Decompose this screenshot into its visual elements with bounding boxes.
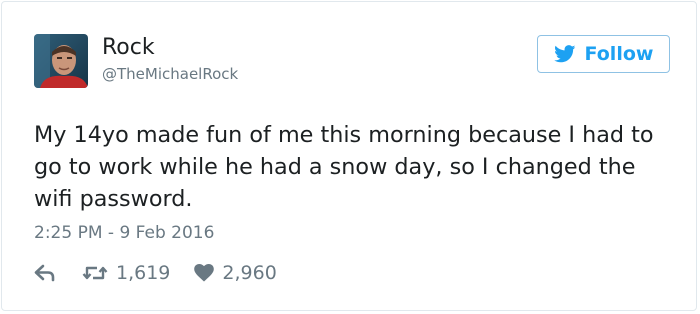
tweet-timestamp[interactable]: 2:25 PM - 9 Feb 2016 — [34, 222, 214, 244]
reply-icon — [34, 264, 56, 282]
heart-icon — [194, 264, 215, 282]
tweet-actions: 1,619 2,960 — [34, 260, 277, 286]
author-handle[interactable]: @TheMichaelRock — [102, 65, 238, 83]
retweet-count: 1,619 — [116, 262, 171, 284]
tweet-text: My 14yo made fun of me this morning beca… — [34, 122, 654, 212]
author-name[interactable]: Rock — [102, 35, 155, 61]
follow-label: Follow — [584, 43, 654, 65]
avatar[interactable] — [34, 34, 88, 88]
twitter-bird-icon — [553, 45, 576, 63]
like-button[interactable]: 2,960 — [194, 262, 277, 284]
retweet-icon — [82, 264, 108, 282]
follow-button[interactable]: Follow — [537, 35, 670, 73]
retweet-button[interactable]: 1,619 — [82, 262, 170, 284]
tweet-card: Rock @TheMichaelRock Follow My 14yo made… — [1, 1, 697, 311]
reply-button[interactable] — [34, 264, 56, 282]
like-count: 2,960 — [222, 262, 277, 284]
avatar-photo — [34, 34, 88, 88]
